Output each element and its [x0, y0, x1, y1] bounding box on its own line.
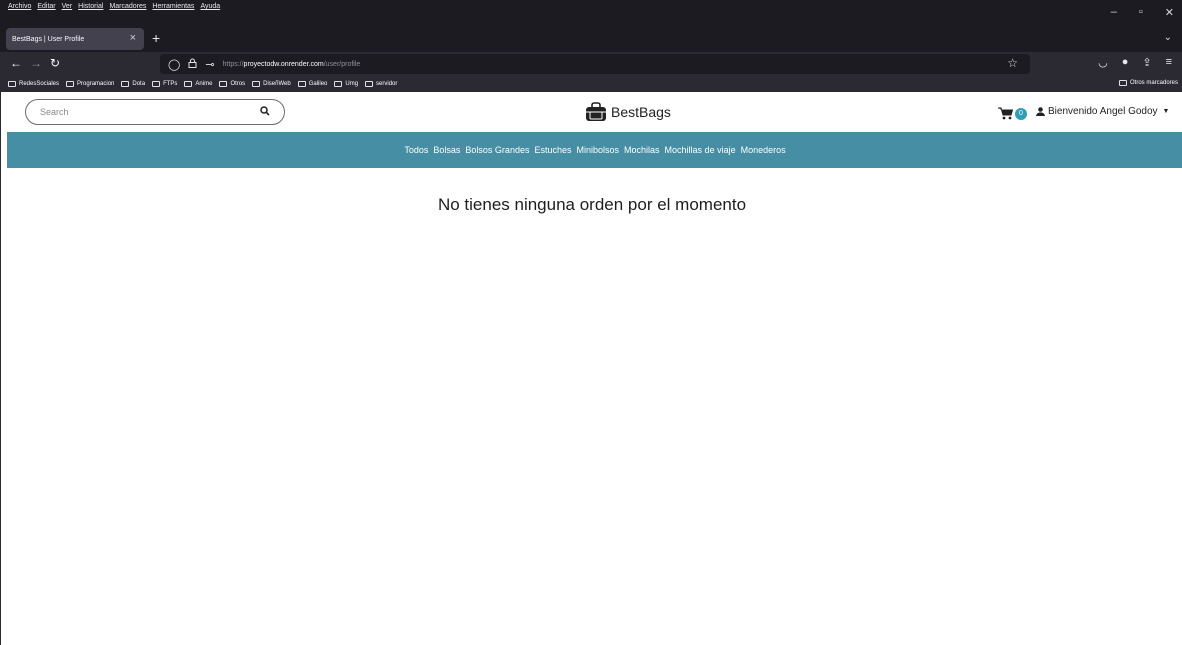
- brand-name: BestBags: [611, 104, 671, 120]
- brand-logo-link[interactable]: BestBags: [585, 102, 671, 122]
- bookmark-label: Anime: [195, 81, 213, 87]
- bookmark-folder[interactable]: Umg: [334, 81, 358, 87]
- bag-logo-icon: [586, 102, 606, 121]
- menu-ayuda[interactable]: Ayuda: [200, 3, 220, 10]
- pocket-icon[interactable]: ◡: [1098, 56, 1108, 69]
- new-tab-icon[interactable]: +: [152, 30, 160, 46]
- category-link-minibolsos[interactable]: Minibolsos: [577, 145, 620, 155]
- extension-icon[interactable]: ●: [1122, 56, 1129, 69]
- bookmark-folder[interactable]: Anime: [184, 81, 212, 87]
- bookmark-label: RedesSociales: [19, 81, 60, 87]
- page-content: BestBags 0 Bienvenido Angel Godoy ▼ Todo…: [0, 92, 1182, 645]
- bookmark-label: DiseñWeb: [263, 81, 291, 87]
- bookmark-folder[interactable]: RedesSociales: [8, 81, 59, 87]
- folder-icon: [184, 81, 193, 87]
- bookmark-label: Umg: [345, 81, 359, 87]
- browser-tab-active[interactable]: BestBags | User Profile ×: [6, 28, 144, 50]
- search-icon[interactable]: [260, 106, 270, 118]
- folder-icon: [252, 81, 261, 87]
- caret-down-icon: ▼: [1162, 108, 1170, 115]
- folder-icon: [365, 81, 374, 87]
- minimize-icon[interactable]: –: [1111, 6, 1117, 19]
- back-icon[interactable]: ←: [10, 56, 22, 70]
- bookmark-folder[interactable]: Otros: [219, 81, 245, 87]
- tab-strip: BestBags | User Profile × + ⌄: [0, 26, 1182, 52]
- shield-icon[interactable]: ◯: [168, 58, 180, 71]
- bookmark-folder[interactable]: Programacion: [66, 81, 114, 87]
- share-icon[interactable]: ⇪: [1142, 56, 1151, 69]
- maximize-icon[interactable]: ▫: [1139, 6, 1143, 19]
- bookmark-star-icon[interactable]: ☆: [1007, 56, 1018, 70]
- category-link-mochilas[interactable]: Mochilas: [624, 145, 660, 155]
- menu-ver[interactable]: Ver: [62, 3, 73, 10]
- search-box: [25, 99, 285, 125]
- user-icon: [1036, 107, 1045, 116]
- url-bar[interactable]: ◯ ⊸ https://proyectodw.onrender.com/user…: [160, 54, 1030, 74]
- folder-icon: [297, 81, 306, 87]
- url-text[interactable]: https://proyectodw.onrender.com/user/pro…: [223, 61, 361, 68]
- category-link-estuches[interactable]: Estuches: [534, 145, 571, 155]
- close-tab-icon[interactable]: ×: [130, 32, 136, 44]
- folder-icon: [152, 81, 161, 87]
- bookmark-folder[interactable]: servidor: [365, 81, 397, 87]
- tab-title: BestBags | User Profile: [12, 35, 85, 43]
- user-menu-dropdown[interactable]: Bienvenido Angel Godoy ▼: [1036, 106, 1169, 117]
- bookmark-label: FTPs: [163, 81, 178, 87]
- hamburger-menu-icon[interactable]: ≡: [1166, 56, 1172, 69]
- forward-icon[interactable]: →: [30, 56, 42, 70]
- list-tabs-icon[interactable]: ⌄: [1164, 32, 1172, 43]
- menu-archivo[interactable]: Archivo: [8, 3, 31, 10]
- bookmark-label: Galileo: [308, 81, 328, 87]
- reload-icon[interactable]: ↻: [50, 56, 60, 70]
- bookmarks-bar: RedesSociales Programacion Dota FTPs Ani…: [0, 76, 1182, 92]
- folder-icon: [219, 81, 228, 87]
- folder-icon: [1118, 80, 1127, 86]
- menu-marcadores[interactable]: Marcadores: [109, 3, 146, 10]
- bookmark-label: servidor: [376, 81, 398, 87]
- empty-orders-message: No tienes ninguna orden por el momento: [437, 195, 747, 214]
- folder-icon: [121, 81, 130, 87]
- url-path: /user/profile: [323, 60, 361, 68]
- bookmark-label: Dota: [132, 81, 146, 87]
- close-window-icon[interactable]: ✕: [1165, 6, 1174, 19]
- menu-herramientas[interactable]: Herramientas: [152, 3, 194, 10]
- other-bookmarks[interactable]: Otros marcadores: [1118, 80, 1178, 86]
- bookmark-folder[interactable]: FTPs: [152, 81, 177, 87]
- category-link-mochillas-de-viaje[interactable]: Mochillas de viaje: [665, 145, 736, 155]
- folder-icon: [8, 81, 16, 87]
- category-link-monederos[interactable]: Monederos: [741, 145, 786, 155]
- category-link-bolsos-grandes[interactable]: Bolsos Grandes: [465, 145, 529, 155]
- menu-historial[interactable]: Historial: [78, 3, 103, 10]
- lock-icon[interactable]: [188, 58, 197, 71]
- bookmark-label: Programacion: [77, 81, 115, 87]
- user-greeting: Bienvenido Angel Godoy: [1048, 106, 1158, 117]
- bookmark-label: Otros: [230, 81, 246, 87]
- url-scheme: https://: [222, 60, 244, 68]
- folder-icon: [66, 81, 75, 87]
- key-icon[interactable]: ⊸: [205, 58, 214, 71]
- bookmark-folder[interactable]: Dota: [121, 81, 145, 87]
- category-link-todos[interactable]: Todos: [404, 145, 428, 155]
- category-link-bolsas[interactable]: Bolsas: [433, 145, 460, 155]
- menu-editar[interactable]: Editar: [37, 3, 55, 10]
- url-host: proyectodw.onrender.com: [243, 60, 324, 68]
- cart-button[interactable]: 0: [998, 107, 1027, 120]
- browser-toolbar: ← → ↻ ◯ ⊸ https://proyectodw.onrender.co…: [0, 52, 1182, 76]
- bookmark-folder[interactable]: DiseñWeb: [252, 81, 291, 87]
- cart-count-badge: 0: [1015, 107, 1027, 120]
- bookmark-folder[interactable]: Galileo: [297, 81, 328, 87]
- category-nav: Todos Bolsas Bolsos Grandes Estuches Min…: [7, 132, 1182, 168]
- other-bookmarks-label: Otros marcadores: [1129, 80, 1178, 86]
- folder-icon: [334, 81, 343, 87]
- search-input[interactable]: [40, 107, 240, 117]
- browser-menubar: Archivo Editar Ver Historial Marcadores …: [0, 0, 1182, 26]
- cart-icon: [998, 107, 1013, 120]
